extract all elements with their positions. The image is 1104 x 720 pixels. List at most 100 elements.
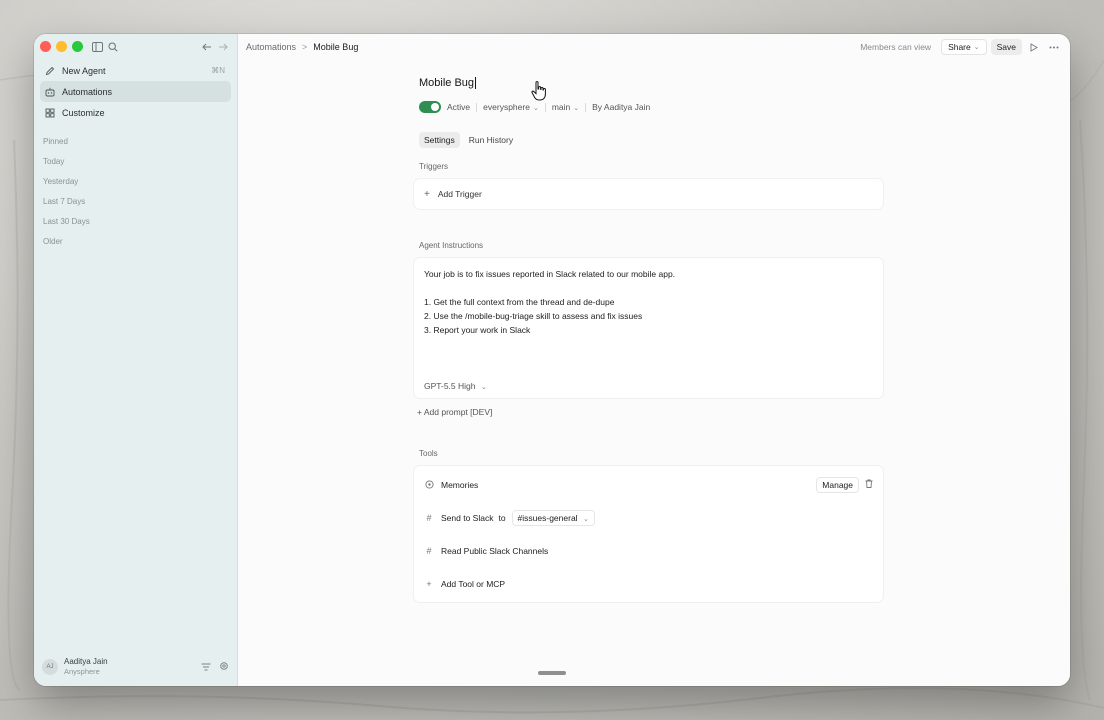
tool-row-read-slack: # Read Public Slack Channels: [414, 534, 883, 567]
sidebar-nav: New Agent ⌘N Automations Customize: [34, 60, 237, 123]
user-name: Aaditya Jain: [64, 657, 108, 666]
divider: [585, 102, 587, 112]
visibility-setting[interactable]: Members can view: [860, 42, 931, 52]
add-prompt-button[interactable]: + Add prompt [DEV]: [417, 407, 893, 417]
close-window-button[interactable]: [40, 41, 51, 52]
instruction-line: Your job is to fix issues reported in Sl…: [424, 269, 676, 279]
agent-title-input[interactable]: Mobile Bug: [419, 76, 893, 90]
instructions-label: Agent Instructions: [419, 241, 484, 250]
sidebar-toggle-icon[interactable]: [90, 40, 104, 54]
sidebar-item-customize[interactable]: Customize: [40, 102, 231, 123]
minimize-window-button[interactable]: [56, 41, 67, 52]
sidebar-item-automations[interactable]: Automations: [40, 81, 231, 102]
tool-name: Memories: [441, 479, 479, 490]
model-selector[interactable]: GPT-5.5 High ⌄: [424, 381, 487, 391]
sidebar-item-label: New Agent: [62, 65, 106, 76]
section-last-7-days[interactable]: Last 7 Days: [34, 191, 237, 211]
repo-label: everysphere: [483, 102, 530, 112]
share-label: Share: [948, 42, 971, 52]
user-info: Aaditya Jain Anysphere: [64, 657, 108, 677]
repo-selector[interactable]: everysphere ⌄: [483, 102, 539, 112]
instructions-editor[interactable]: Your job is to fix issues reported in Sl…: [414, 258, 883, 398]
chevron-down-icon: ⌄: [573, 105, 580, 112]
footer-icons: [201, 658, 229, 676]
tools-list: Memories Manage # Send to Slack to #issu…: [414, 466, 883, 602]
plus-icon: +: [417, 407, 424, 417]
plus-icon: +: [426, 578, 432, 589]
sidebar-item-label: Automations: [62, 86, 113, 97]
slack-channel-selector[interactable]: #issues-general ⌄: [511, 509, 595, 526]
zoom-window-button[interactable]: [72, 41, 83, 52]
share-button[interactable]: Share ⌄: [941, 39, 987, 55]
tool-row-memories: Memories Manage: [414, 468, 883, 501]
triggers-label: Triggers: [419, 162, 449, 171]
status-label: Active: [447, 102, 471, 112]
tab-bar: Settings Run History: [419, 132, 893, 148]
automation-icon: [44, 86, 56, 98]
sidebar-item-new-agent[interactable]: New Agent ⌘N: [40, 60, 231, 81]
slack-icon: #: [426, 512, 432, 523]
instruction-line: 2. Use the /mobile-bug-triage skill to a…: [424, 311, 643, 321]
section-older[interactable]: Older: [34, 231, 237, 251]
main-panel: Automations > Mobile Bug Members can vie…: [238, 34, 1070, 686]
user-org: Anysphere: [64, 667, 100, 676]
channel-label: #issues-general: [517, 512, 578, 523]
plus-icon: +: [424, 188, 430, 200]
resize-handle[interactable]: [538, 671, 566, 675]
section-yesterday[interactable]: Yesterday: [34, 171, 237, 191]
branch-selector[interactable]: main ⌄: [552, 102, 579, 112]
user-footer[interactable]: AJ Aaditya Jain Anysphere: [34, 656, 237, 678]
sidebar-sections: Pinned Today Yesterday Last 7 Days Last …: [34, 131, 237, 251]
tab-run-history[interactable]: Run History: [464, 132, 518, 148]
agent-title-text: Mobile Bug: [419, 77, 475, 89]
forward-arrow-icon[interactable]: [216, 40, 230, 54]
sidebar-item-label: Customize: [62, 107, 105, 118]
gear-icon[interactable]: [219, 658, 229, 676]
add-trigger-button[interactable]: + Add Trigger: [414, 179, 883, 209]
sidebar: New Agent ⌘N Automations Customize Pinne…: [34, 34, 238, 686]
more-options-icon[interactable]: [1046, 39, 1062, 55]
app-window: New Agent ⌘N Automations Customize Pinne…: [34, 34, 1070, 686]
add-trigger-label: Add Trigger: [437, 189, 482, 199]
breadcrumb-separator: >: [302, 42, 308, 52]
to-label: to: [498, 512, 506, 523]
save-button[interactable]: Save: [990, 39, 1022, 55]
add-tool-label: Add Tool or MCP: [441, 578, 506, 589]
play-icon[interactable]: [1026, 39, 1042, 55]
tool-name: Read Public Slack Channels: [441, 545, 549, 556]
tool-name: Send to Slack: [441, 512, 494, 523]
breadcrumb-current: Mobile Bug: [313, 42, 359, 52]
tab-settings[interactable]: Settings: [419, 132, 460, 148]
back-arrow-icon[interactable]: [200, 40, 214, 54]
top-actions: Members can view Share ⌄ Save: [860, 39, 1062, 55]
section-pinned[interactable]: Pinned: [34, 131, 237, 151]
section-last-30-days[interactable]: Last 30 Days: [34, 211, 237, 231]
divider: [544, 102, 546, 112]
tool-row-send-to-slack: # Send to Slack to #issues-general ⌄: [414, 501, 883, 534]
chevron-down-icon: ⌄: [480, 384, 487, 391]
search-icon[interactable]: [106, 40, 120, 54]
add-prompt-label: Add prompt [DEV]: [423, 407, 493, 417]
shortcut-hint: ⌘N: [211, 66, 225, 75]
chevron-down-icon: ⌄: [582, 515, 589, 523]
automation-editor: Mobile Bug Active everysphere ⌄ main ⌄ By …: [414, 60, 893, 602]
avatar: AJ: [42, 659, 58, 675]
divider: [476, 102, 478, 112]
add-tool-button[interactable]: + Add Tool or MCP: [414, 567, 883, 600]
top-bar: Automations > Mobile Bug Members can vie…: [238, 34, 1070, 60]
manage-memories-button[interactable]: Manage: [816, 476, 859, 493]
chevron-down-icon: ⌄: [973, 44, 980, 51]
agent-meta-row: Active everysphere ⌄ main ⌄ By Aaditya Jai…: [419, 100, 893, 114]
breadcrumb-automations[interactable]: Automations: [246, 42, 296, 52]
filter-icon[interactable]: [201, 658, 211, 676]
customize-icon: [44, 107, 56, 119]
author-label: By Aaditya Jain: [592, 102, 651, 112]
text-cursor: [475, 77, 477, 89]
model-label: GPT-5.5 High: [424, 381, 476, 391]
instruction-line: [424, 281, 873, 295]
active-toggle[interactable]: [419, 101, 441, 113]
slack-icon: #: [426, 545, 432, 556]
tools-label: Tools: [419, 449, 438, 458]
section-today[interactable]: Today: [34, 151, 237, 171]
trash-icon[interactable]: [865, 479, 873, 490]
